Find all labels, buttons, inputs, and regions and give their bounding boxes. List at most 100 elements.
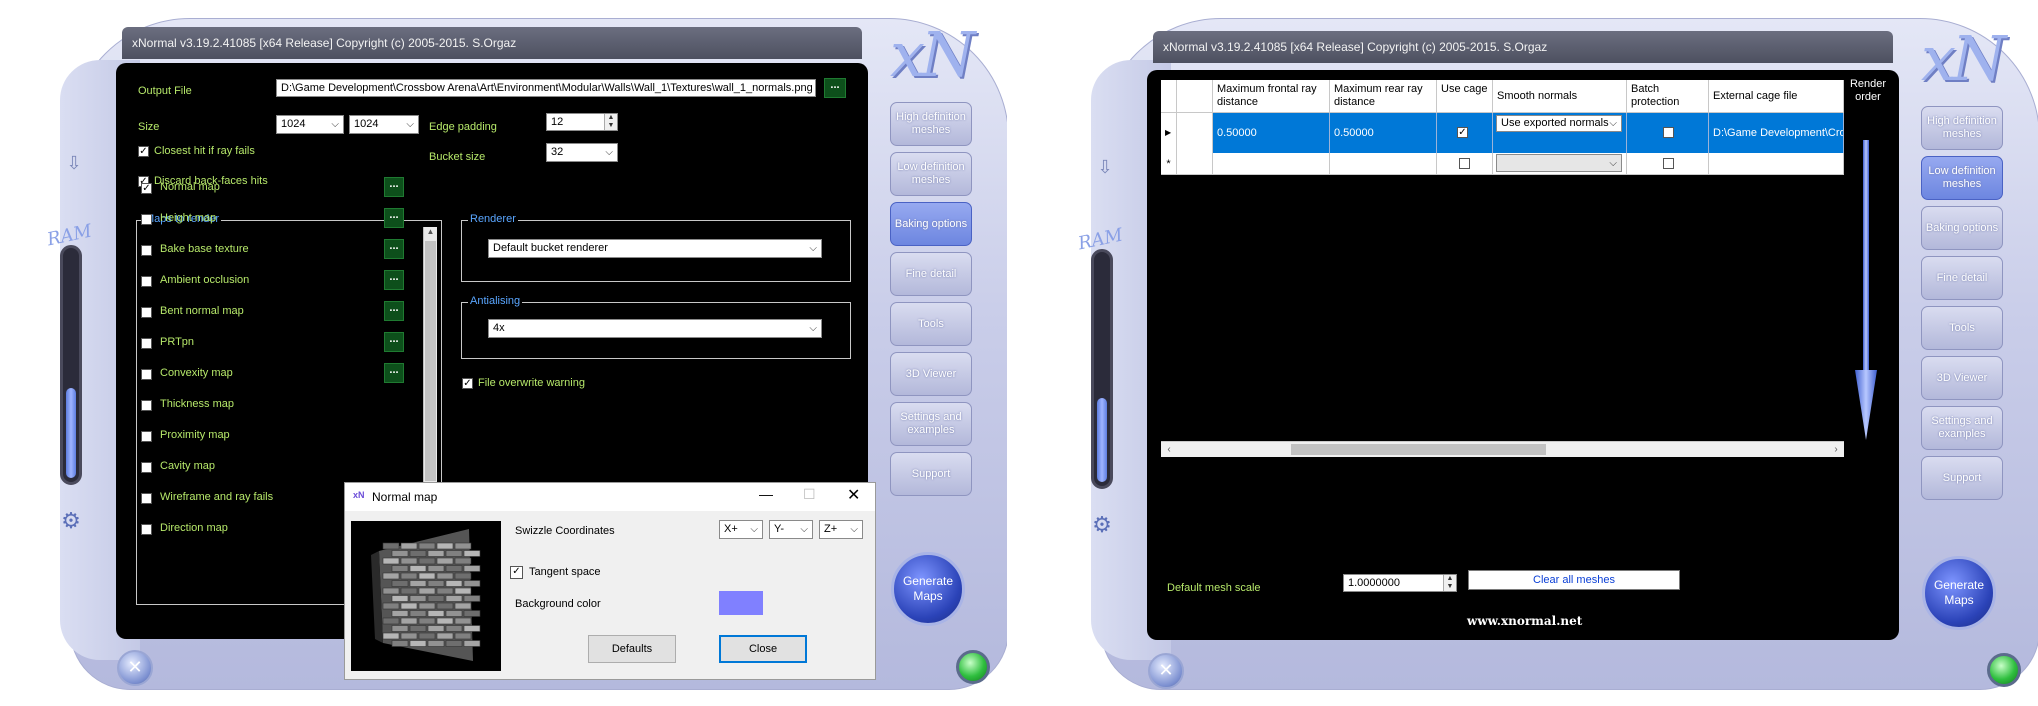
new-frontal-cell[interactable] xyxy=(1213,153,1330,175)
grid-file-column-header[interactable] xyxy=(1177,80,1213,113)
map-checkbox[interactable] xyxy=(141,338,152,349)
grid-column-header[interactable]: Use cage xyxy=(1437,80,1493,113)
nav-low-definition-meshes-button[interactable]: Low definition meshes xyxy=(1921,156,2003,200)
spinner-arrows-icon[interactable]: ▲ ▼ xyxy=(604,114,617,130)
map-options-button[interactable]: ... xyxy=(384,332,404,352)
map-checkbox[interactable]: ✓ xyxy=(141,183,152,194)
map-checkbox[interactable] xyxy=(141,245,152,256)
grid-hscrollbar[interactable]: ‹ › xyxy=(1161,441,1844,457)
nav-baking-options-button[interactable]: Baking options xyxy=(890,202,972,246)
default-mesh-scale-stepper[interactable]: 1.0000000 ▲ ▼ xyxy=(1343,574,1457,592)
minimize-window-icon[interactable]: — xyxy=(759,486,773,502)
close-window-icon[interactable]: ✕ xyxy=(847,485,860,505)
nav-settings-and-examples-button[interactable]: Settings and examples xyxy=(890,402,972,446)
scroll-left-icon[interactable]: ‹ xyxy=(1161,442,1177,457)
map-checkbox[interactable] xyxy=(141,431,152,442)
map-checkbox[interactable] xyxy=(141,462,152,473)
map-options-button[interactable]: ... xyxy=(384,301,404,321)
new-smooth-normals-select[interactable]: ⌵ xyxy=(1496,154,1622,172)
new-batch-checkbox[interactable] xyxy=(1663,158,1674,169)
swizzle-y-select[interactable]: Y- ⌵ xyxy=(769,520,813,539)
bucket-size-select[interactable]: 32 ⌵ xyxy=(546,143,618,162)
map-checkbox[interactable] xyxy=(141,493,152,504)
map-options-button[interactable]: ... xyxy=(384,208,404,228)
nav-3d-viewer-button[interactable]: 3D Viewer xyxy=(890,352,972,396)
generate-maps-button[interactable]: Generate Maps xyxy=(1922,556,1996,630)
website-link[interactable]: www.xnormal.net xyxy=(1467,614,1582,628)
maps-scrollbar-thumb[interactable] xyxy=(425,241,436,481)
minimize-icon[interactable]: ✕ xyxy=(1148,653,1184,689)
use-cage-checkbox[interactable]: ✓ xyxy=(1457,127,1468,138)
map-checkbox[interactable] xyxy=(141,369,152,380)
grid-column-header[interactable]: Batch protection xyxy=(1627,80,1709,113)
map-checkbox[interactable] xyxy=(141,307,152,318)
meshes-grid[interactable]: ▶ 0.50000 0.50000 ✓ Use exported normals… xyxy=(1161,80,1871,550)
new-smooth-normals-cell[interactable]: ⌵ xyxy=(1493,153,1627,175)
swizzle-z-select[interactable]: Z+ ⌵ xyxy=(819,520,863,539)
size-width-select[interactable]: 1024 ⌵ xyxy=(276,115,344,134)
generate-maps-button[interactable]: Generate Maps xyxy=(891,552,965,626)
nav-tools-button[interactable]: Tools xyxy=(890,302,972,346)
batch-protection-cell[interactable] xyxy=(1627,113,1709,153)
defaults-button[interactable]: Defaults xyxy=(588,635,676,663)
use-cage-cell[interactable]: ✓ xyxy=(1437,113,1493,153)
new-cage-file-cell[interactable] xyxy=(1709,153,1844,175)
nav-high-definition-meshes-button[interactable]: High definition meshes xyxy=(890,102,972,146)
renderer-select[interactable]: Default bucket renderer ⌵ xyxy=(488,239,822,258)
file-overwrite-checkbox[interactable]: ✓ xyxy=(462,378,473,389)
clear-all-meshes-button[interactable]: Clear all meshes xyxy=(1468,570,1680,590)
frontal-distance-cell[interactable]: 0.50000 xyxy=(1213,113,1330,153)
scroll-up-icon[interactable]: ▲ xyxy=(424,227,437,239)
close-button[interactable]: Close xyxy=(719,635,807,663)
map-checkbox[interactable] xyxy=(141,276,152,287)
nav-3d-viewer-button[interactable]: 3D Viewer xyxy=(1921,356,2003,400)
map-checkbox[interactable] xyxy=(141,400,152,411)
down-arrow-icon[interactable]: ⇩ xyxy=(63,152,85,174)
nav-baking-options-button[interactable]: Baking options xyxy=(1921,206,2003,250)
grid-column-header[interactable]: Smooth normals xyxy=(1493,80,1627,113)
window-title[interactable]: xNormal v3.19.2.41085 [x64 Release] Copy… xyxy=(122,27,862,59)
cage-file-cell[interactable]: D:\Game Development\Cro xyxy=(1709,113,1844,153)
map-options-button[interactable]: ... xyxy=(384,270,404,290)
new-rear-cell[interactable] xyxy=(1330,153,1437,175)
nav-support-button[interactable]: Support xyxy=(1921,456,2003,500)
nav-fine-detail-button[interactable]: Fine detail xyxy=(1921,256,2003,300)
tangent-space-checkbox[interactable]: ✓ xyxy=(510,566,523,579)
nav-fine-detail-button[interactable]: Fine detail xyxy=(890,252,972,296)
rear-distance-cell[interactable]: 0.50000 xyxy=(1330,113,1437,153)
row-selector-icon[interactable]: ▶ xyxy=(1161,113,1177,153)
nav-high-definition-meshes-button[interactable]: High definition meshes xyxy=(1921,106,2003,150)
closest-hit-checkbox[interactable]: ✓ xyxy=(138,146,149,157)
down-arrow-icon[interactable]: ⇩ xyxy=(1094,156,1116,178)
window-title[interactable]: xNormal v3.19.2.41085 [x64 Release] Copy… xyxy=(1153,31,1893,63)
exit-button[interactable] xyxy=(956,650,990,684)
size-height-select[interactable]: 1024 ⌵ xyxy=(349,115,419,134)
map-options-button[interactable]: ... xyxy=(384,177,404,197)
nav-low-definition-meshes-button[interactable]: Low definition meshes xyxy=(890,152,972,196)
tools-icon[interactable]: ⚙ xyxy=(60,510,82,532)
new-batch-cell[interactable] xyxy=(1627,153,1709,175)
swizzle-x-select[interactable]: X+ ⌵ xyxy=(719,520,763,539)
map-options-button[interactable]: ... xyxy=(384,363,404,383)
grid-file-cell[interactable] xyxy=(1177,113,1213,153)
spinner-arrows-icon[interactable]: ▲ ▼ xyxy=(1443,575,1456,591)
grid-column-header[interactable]: Maximum rear ray distance xyxy=(1330,80,1437,113)
smooth-normals-cell[interactable]: Use exported normals ⌵ xyxy=(1493,113,1627,153)
map-checkbox[interactable] xyxy=(141,524,152,535)
output-file-field[interactable]: D:\Game Development\Crossbow Arena\Art\E… xyxy=(276,79,816,97)
map-options-button[interactable]: ... xyxy=(384,239,404,259)
exit-button[interactable] xyxy=(1987,653,2021,687)
grid-column-header[interactable]: External cage file xyxy=(1709,80,1844,113)
smooth-normals-select[interactable]: Use exported normals ⌵ xyxy=(1496,115,1622,132)
antialiasing-select[interactable]: 4x ⌵ xyxy=(488,319,822,338)
new-file-cell[interactable] xyxy=(1177,153,1213,175)
new-row-marker[interactable]: * xyxy=(1161,153,1177,175)
scroll-right-icon[interactable]: › xyxy=(1828,442,1844,457)
new-use-cage-cell[interactable] xyxy=(1437,153,1493,175)
grid-column-header[interactable]: Maximum frontal ray distance xyxy=(1213,80,1330,113)
nav-tools-button[interactable]: Tools xyxy=(1921,306,2003,350)
tools-icon[interactable]: ⚙ xyxy=(1091,514,1113,536)
map-checkbox[interactable] xyxy=(141,214,152,225)
grid-hscrollbar-thumb[interactable] xyxy=(1291,444,1546,455)
minimize-icon[interactable]: ✕ xyxy=(117,650,153,686)
